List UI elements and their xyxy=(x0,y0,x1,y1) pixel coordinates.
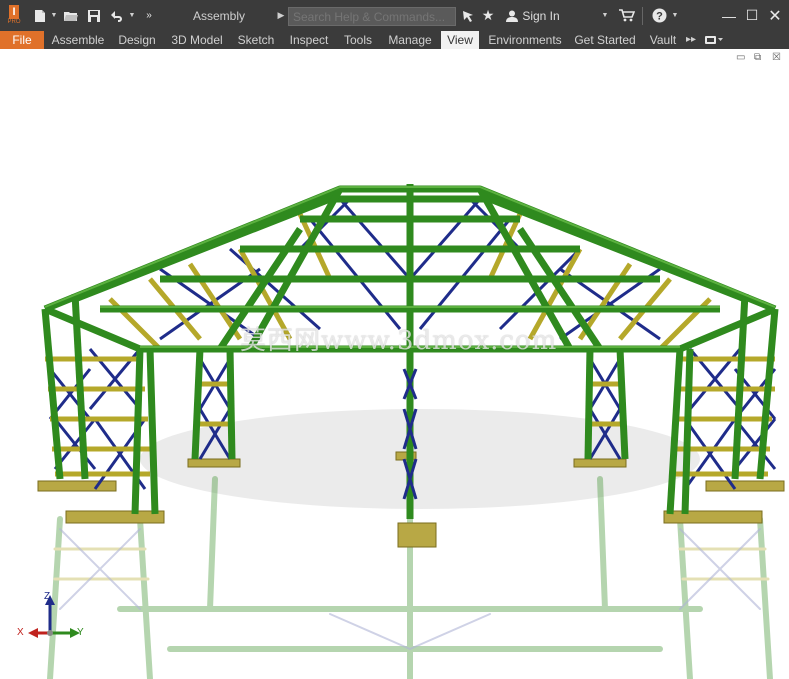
tab-inspect[interactable]: Inspect xyxy=(286,31,332,49)
graphics-viewport[interactable]: ▭ ⧉ ☒ 莫西网www.3dmox.com Z X Y xyxy=(0,49,789,679)
triad-x-label: X xyxy=(17,627,24,638)
separator xyxy=(640,0,644,31)
new-dropdown-icon[interactable]: ▼ xyxy=(50,0,58,31)
tab-vault[interactable]: Vault xyxy=(646,31,680,49)
triad-y-label: Y xyxy=(77,627,84,638)
close-button[interactable]: ✕ xyxy=(764,0,786,31)
ribbon-display-options-icon[interactable] xyxy=(702,31,726,49)
title-chevron-icon[interactable]: ▶ xyxy=(276,0,286,31)
ribbon-tab-bar: File Assemble Design 3D Model Sketch Ins… xyxy=(0,31,789,49)
save-icon[interactable] xyxy=(86,0,102,31)
sign-in-button[interactable]: Sign In xyxy=(503,0,563,31)
user-icon xyxy=(506,10,519,22)
tab-file[interactable]: File xyxy=(0,31,44,49)
app-logo[interactable]: I PRO xyxy=(4,0,24,31)
tab-view[interactable]: View xyxy=(441,31,479,49)
tab-design[interactable]: Design xyxy=(116,31,158,49)
favorites-star-icon[interactable]: ★ xyxy=(480,0,496,31)
minimize-button[interactable]: — xyxy=(718,0,740,31)
watermark-text: 莫西网www.3dmox.com xyxy=(240,326,558,356)
search-input[interactable] xyxy=(288,7,456,26)
tab-3d-model[interactable]: 3D Model xyxy=(168,31,226,49)
tab-tools[interactable]: Tools xyxy=(340,31,376,49)
triad-z-label: Z xyxy=(44,591,51,602)
more-icon[interactable]: » xyxy=(142,0,156,31)
sign-in-label: Sign In xyxy=(522,8,560,23)
tab-manage[interactable]: Manage xyxy=(384,31,436,49)
maximize-button[interactable]: ☐ xyxy=(741,0,763,31)
view-triad[interactable]: Z X Y xyxy=(14,591,94,673)
window-title: Assembly xyxy=(192,8,245,23)
shopping-cart-icon[interactable] xyxy=(617,0,637,31)
more-tabs-icon[interactable]: ▸▸ xyxy=(684,31,698,49)
tab-sketch[interactable]: Sketch xyxy=(234,31,278,49)
tab-environments[interactable]: Environments xyxy=(486,31,564,49)
sign-in-dropdown-icon[interactable]: ▼ xyxy=(600,0,610,31)
undo-icon[interactable] xyxy=(108,0,126,31)
new-icon[interactable] xyxy=(32,0,48,31)
svg-text:?: ? xyxy=(656,11,663,23)
search-go-icon[interactable] xyxy=(460,0,476,31)
truss-structure-model xyxy=(37,184,785,679)
title-bar: I PRO ▼ ▼ » Assembly ▶ ★ Sign In ▼ ? ▼ —… xyxy=(0,0,789,31)
tab-assemble[interactable]: Assemble xyxy=(50,31,106,49)
undo-dropdown-icon[interactable]: ▼ xyxy=(128,0,136,31)
help-icon[interactable]: ? xyxy=(650,0,668,31)
tab-get-started[interactable]: Get Started xyxy=(572,31,638,49)
app-logo-icon: I xyxy=(9,5,19,19)
open-icon[interactable] xyxy=(62,0,80,31)
help-dropdown-icon[interactable]: ▼ xyxy=(670,0,680,31)
